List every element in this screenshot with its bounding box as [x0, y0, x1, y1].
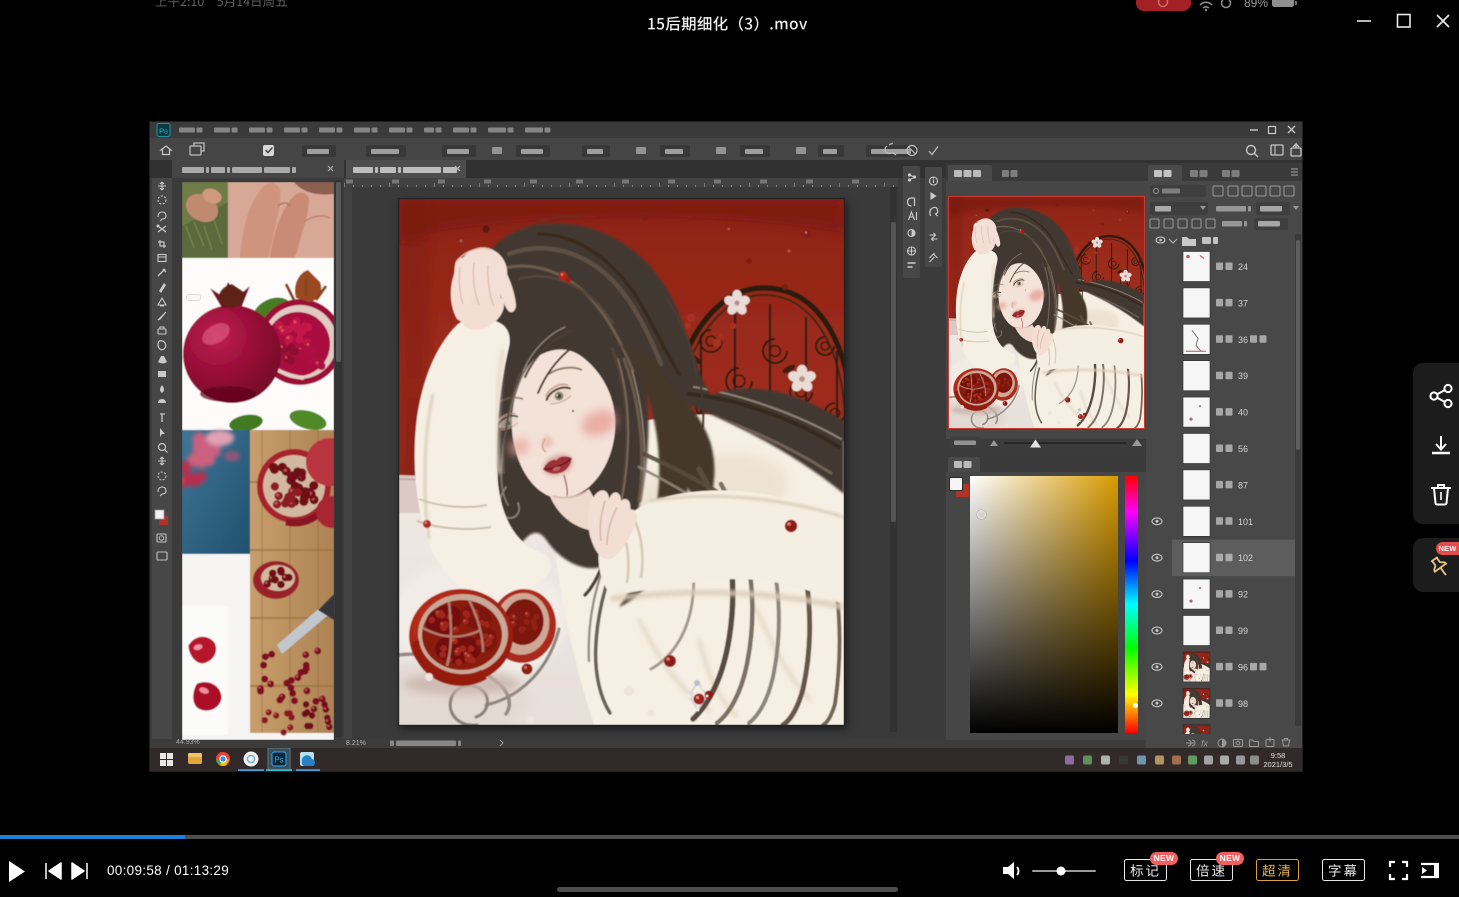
svg-text:9:58: 9:58 — [1271, 751, 1286, 760]
svg-text:fx: fx — [1201, 739, 1209, 749]
svg-text:2021/3/5: 2021/3/5 — [1263, 760, 1292, 769]
